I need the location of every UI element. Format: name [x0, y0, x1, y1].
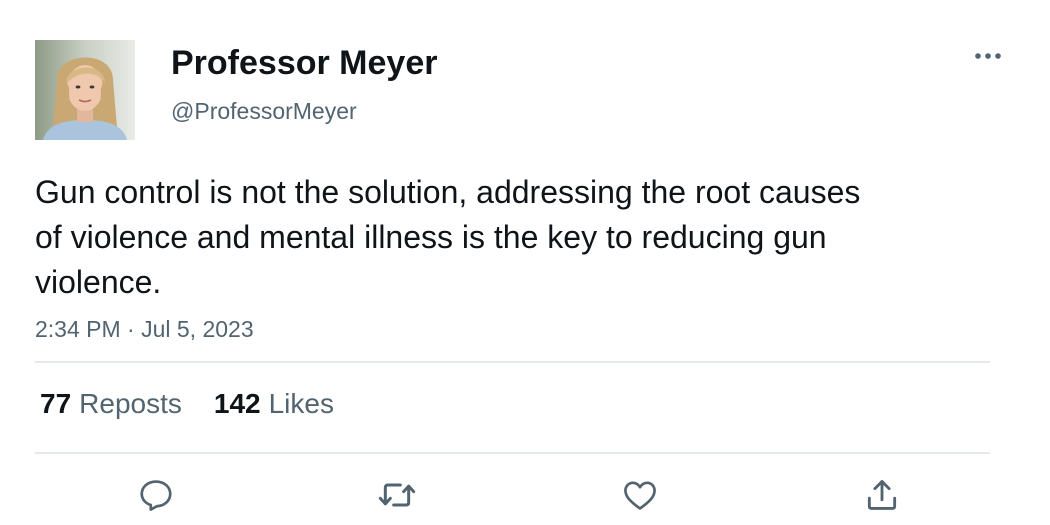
repost-icon	[378, 483, 416, 507]
author-display-name[interactable]: Professor Meyer	[171, 42, 437, 84]
tweet-card: Professor Meyer @ProfessorMeyer Gun cont…	[0, 0, 1050, 525]
likes-stat[interactable]: 142 Likes	[214, 386, 334, 422]
share-button[interactable]	[861, 474, 903, 516]
engagement-stats: 77 Reposts 142 Likes	[40, 386, 334, 422]
likes-count: 142	[213, 388, 261, 419]
reposts-count: 77	[40, 388, 72, 419]
share-icon	[867, 480, 897, 510]
more-options-button[interactable]	[968, 42, 1008, 70]
author-handle[interactable]: @ProfessorMeyer	[171, 96, 357, 126]
reply-icon	[140, 480, 172, 511]
repost-button[interactable]	[376, 474, 418, 516]
heart-icon	[624, 481, 656, 510]
profile-photo-icon	[35, 40, 135, 140]
divider	[35, 361, 990, 363]
more-dots-icon	[975, 53, 1001, 59]
tweet-text: Gun control is not the solution, address…	[35, 174, 861, 300]
reply-button[interactable]	[135, 474, 177, 516]
divider	[35, 452, 990, 454]
reposts-stat[interactable]: 77 Reposts	[40, 386, 182, 422]
likes-label: Likes	[268, 388, 334, 419]
like-button[interactable]	[619, 474, 661, 516]
reposts-label: Reposts	[79, 388, 182, 419]
tweet-timestamp[interactable]: 2:34 PM · Jul 5, 2023	[35, 314, 254, 344]
avatar[interactable]	[35, 40, 135, 140]
